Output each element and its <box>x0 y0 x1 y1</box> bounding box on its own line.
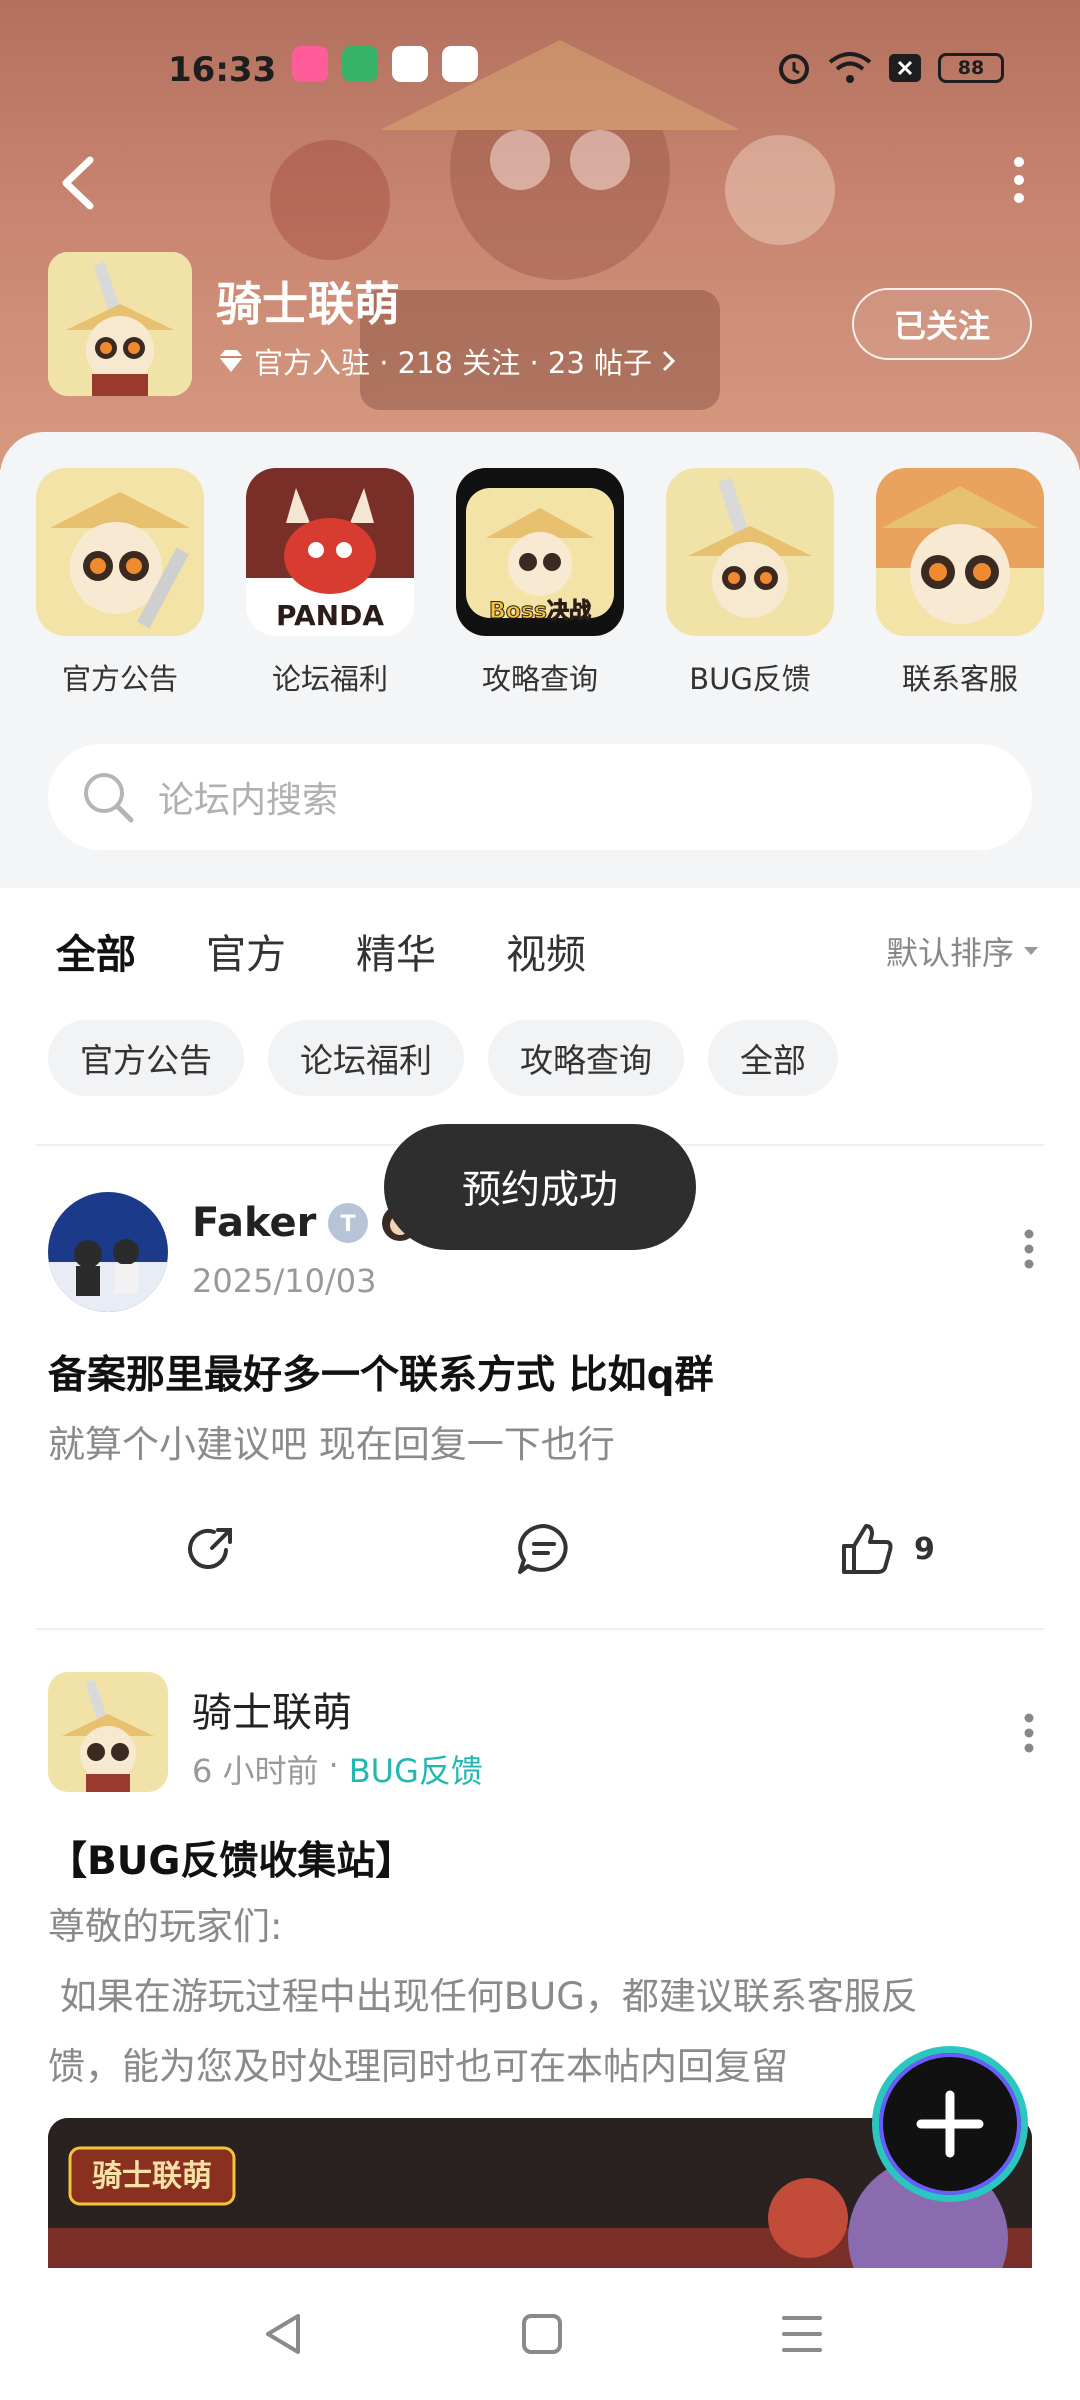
filter-chip-strategy[interactable]: 攻略查询 <box>488 1020 684 1096</box>
back-arrow-icon[interactable] <box>52 148 112 218</box>
filter-chip-welfare[interactable]: 论坛福利 <box>268 1020 464 1096</box>
avatar[interactable] <box>48 1192 168 1312</box>
panda-knight-icon <box>666 468 834 636</box>
shortcut-label: 联系客服 <box>901 662 1018 696</box>
forum-stats[interactable]: 官方入驻 · 218 关注 · 23 帖子 <box>216 340 678 382</box>
sort-label: 默认排序 <box>885 934 1014 972</box>
status-app-icons <box>292 46 478 82</box>
post-body-line: 尊敬的玩家们: <box>48 1905 283 1948</box>
svg-text:T: T <box>341 1212 356 1237</box>
colorful-app-icon <box>442 46 478 82</box>
post-more-icon[interactable] <box>1014 1224 1044 1274</box>
nav-menu-icon[interactable] <box>772 2304 832 2364</box>
forum-avatar <box>48 252 192 396</box>
user-photo-icon <box>48 1192 168 1312</box>
shield-app-icon <box>342 46 378 82</box>
wifi-icon <box>828 52 872 83</box>
diamond-icon <box>219 350 243 372</box>
shortcut-customer-service[interactable]: 联系客服 <box>876 468 1044 698</box>
tab-official[interactable]: 官方 <box>206 922 286 980</box>
post-body-line: 如果在游玩过程中出现任何BUG，都建议联系客服反 <box>48 1975 918 2018</box>
post-meta: 6 小时前 · BUG反馈 <box>192 1746 483 1792</box>
status-bar: 16:33 88 <box>0 40 1080 100</box>
bilibili-icon <box>292 46 328 82</box>
filter-chip-all[interactable]: 全部 <box>708 1020 838 1096</box>
post-time: 6 小时前 <box>192 1752 319 1790</box>
post-author[interactable]: Faker T <box>192 1200 420 1246</box>
status-system-icons: 88 <box>776 50 1004 86</box>
tab-all[interactable]: 全部 <box>56 922 136 986</box>
toast-message: 预约成功 <box>384 1124 696 1250</box>
nav-back-icon[interactable] <box>254 2304 314 2364</box>
forum-banner: 16:33 88 骑士联萌 官方入驻 · 218 关注 · 23 帖子 已关注 <box>0 0 1080 470</box>
comment-button[interactable] <box>514 1520 574 1578</box>
post-title[interactable]: 【BUG反馈收集站】 <box>48 1830 414 1886</box>
sort-dropdown[interactable]: 默认排序 <box>886 928 1040 974</box>
like-button[interactable]: 9 <box>838 1520 935 1578</box>
post-meta: 2025/10/03 <box>192 1262 376 1300</box>
filter-chips: 官方公告 论坛福利 攻略查询 全部 <box>48 1020 838 1096</box>
nav-home-icon[interactable] <box>512 2304 572 2364</box>
shortcut-label: BUG反馈 <box>689 662 811 696</box>
thumbs-up-icon <box>842 1524 893 1574</box>
divider <box>36 1628 1044 1630</box>
comment-icon <box>518 1524 568 1574</box>
alarm-icon <box>779 54 809 84</box>
post-body[interactable]: 就算个小建议吧 现在回复一下也行 <box>48 1410 1038 1480</box>
share-button[interactable] <box>182 1520 240 1578</box>
caret-down-icon <box>1024 947 1038 955</box>
share-icon <box>188 1528 232 1569</box>
panda-face-icon <box>876 468 1044 636</box>
post-author[interactable]: 骑士联萌 <box>192 1680 352 1738</box>
link-app-icon <box>392 46 428 82</box>
follow-button[interactable]: 已关注 <box>852 288 1032 360</box>
sim-off-icon <box>889 54 921 82</box>
forum-search-bar[interactable]: 论坛内搜索 <box>48 744 1032 850</box>
battery-indicator: 88 <box>938 53 1004 83</box>
level-badge-icon: T <box>328 1203 369 1243</box>
boss-guide-icon: Boss决战 <box>456 468 624 636</box>
shortcut-row: 官方公告 PANDA 论坛福利 Boss决战 攻略查询 BUG反馈 联系客服 <box>0 468 1080 698</box>
post-actions: 9 <box>0 1520 1080 1600</box>
shortcut-label: 攻略查询 <box>481 662 598 696</box>
post-date: 2025/10/03 <box>192 1262 377 1300</box>
avatar[interactable] <box>48 1672 168 1792</box>
red-dragon-panda-icon: PANDA <box>246 468 414 636</box>
post-title[interactable]: 备案那里最好多一个联系方式 比如q群 <box>48 1344 714 1400</box>
shortcut-label: 官方公告 <box>61 662 178 696</box>
author-name: 骑士联萌 <box>192 1690 352 1736</box>
shortcut-bug-feedback[interactable]: BUG反馈 <box>666 468 834 698</box>
feed-tabs: 全部 官方 精华 视频 <box>56 922 586 986</box>
more-vertical-icon[interactable] <box>994 150 1044 210</box>
panda-knight-icon <box>48 1672 168 1792</box>
forum-stats-text: 官方入驻 · 218 关注 · 23 帖子 <box>254 346 652 380</box>
like-count: 9 <box>914 1531 935 1567</box>
shortcut-icon-text: PANDA <box>276 599 384 632</box>
search-icon <box>84 773 134 823</box>
tab-video[interactable]: 视频 <box>506 922 586 980</box>
post-body[interactable]: 尊敬的玩家们: 如果在游玩过程中出现任何BUG，都建议联系客服反 馈，能为您及时… <box>48 1892 1038 2102</box>
shortcut-icon-text: Boss决战 <box>489 599 591 624</box>
panda-knight-icon <box>48 252 192 396</box>
post-more-icon[interactable] <box>1014 1708 1044 1758</box>
poster-logo-text: 骑士联萌 <box>92 2159 212 2194</box>
status-time: 16:33 <box>168 50 277 90</box>
shortcut-strategy[interactable]: Boss决战 攻略查询 <box>456 468 624 698</box>
meta-separator: · <box>328 1746 339 1784</box>
system-navigation-bar <box>0 2268 1080 2400</box>
post-category-tag[interactable]: BUG反馈 <box>349 1746 483 1792</box>
create-post-button[interactable] <box>872 2046 1028 2202</box>
shortcut-forum-welfare[interactable]: PANDA 论坛福利 <box>246 468 414 698</box>
shortcut-official-notice[interactable]: 官方公告 <box>36 468 204 698</box>
post-card[interactable]: 骑士联萌 6 小时前 · BUG反馈 【BUG反馈收集站】 尊敬的玩家们: 如果… <box>0 1668 1080 2118</box>
plus-icon <box>916 2090 984 2158</box>
search-placeholder: 论坛内搜索 <box>158 780 339 821</box>
author-name: Faker <box>192 1200 317 1246</box>
panda-knight-icon <box>36 468 204 636</box>
tab-featured[interactable]: 精华 <box>356 922 436 980</box>
shortcut-label: 论坛福利 <box>271 662 388 696</box>
chevron-right-icon <box>662 350 676 372</box>
filter-chip-official-notice[interactable]: 官方公告 <box>48 1020 244 1096</box>
forum-name: 骑士联萌 <box>216 277 400 331</box>
